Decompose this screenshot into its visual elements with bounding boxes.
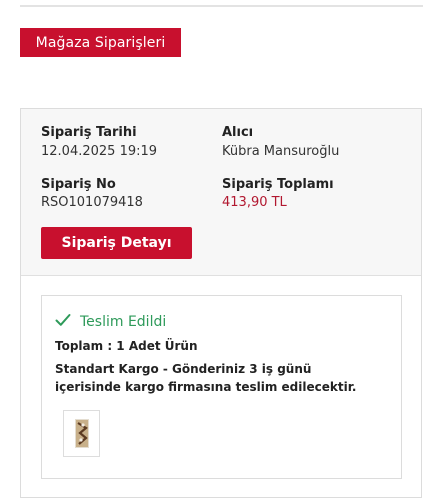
store-orders-button[interactable]: Mağaza Siparişleri	[20, 28, 181, 57]
recipient-label: Alıcı	[222, 125, 254, 140]
order-detail-button[interactable]: Sipariş Detayı	[41, 227, 192, 259]
order-total-value: 413,90 TL	[222, 195, 287, 210]
cargo-note: Standart Kargo - Gönderiniz 3 iş günü iç…	[55, 362, 357, 394]
order-date-label: Sipariş Tarihi	[41, 125, 137, 140]
order-card: Sipariş Tarihi 12.04.2025 19:19 Alıcı Kü…	[20, 108, 422, 498]
check-icon	[55, 314, 71, 326]
order-total-label: Sipariş Toplamı	[222, 177, 334, 192]
item-total-line: Toplam : 1 Adet Ürün	[55, 339, 198, 353]
delivery-status: Teslim Edildi	[80, 314, 167, 330]
shipment-box: Teslim Edildi Toplam : 1 Adet Ürün Stand…	[41, 295, 402, 479]
order-number-label: Sipariş No	[41, 177, 116, 192]
order-number-value: RSO101079418	[41, 195, 143, 210]
order-summary: Sipariş Tarihi 12.04.2025 19:19 Alıcı Kü…	[21, 109, 421, 276]
product-thumbnail[interactable]	[63, 410, 100, 457]
top-divider	[20, 5, 423, 7]
product-image	[74, 419, 89, 448]
recipient-value: Kübra Mansuroğlu	[222, 144, 340, 159]
order-date-value: 12.04.2025 19:19	[41, 144, 158, 159]
